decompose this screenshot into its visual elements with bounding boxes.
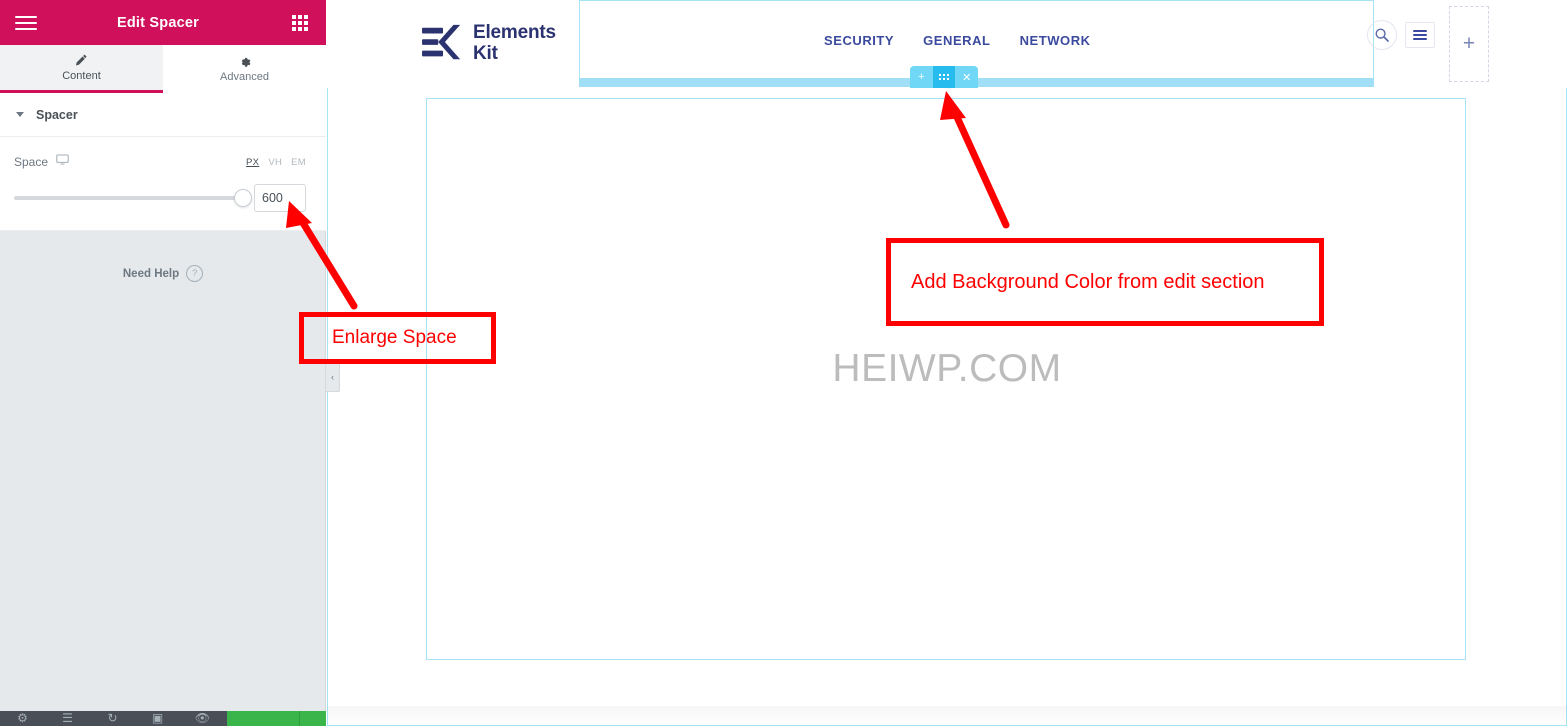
responsive-icon[interactable]: ▣ — [135, 711, 180, 726]
accordion-spacer-header[interactable]: Spacer — [0, 93, 326, 137]
history-icon[interactable]: ↻ — [90, 711, 135, 726]
nav-item-network[interactable]: NETWORK — [1020, 33, 1091, 48]
preview-bottom-shadow — [327, 706, 1567, 726]
elementor-editor-panel: Edit Spacer Content Advanced Spacer Spac… — [0, 0, 326, 726]
main-navigation: SECURITY GENERAL NETWORK — [824, 33, 1091, 48]
annotation-add-background-text: Add Background Color from edit section — [911, 270, 1265, 293]
plus-icon[interactable]: + — [910, 66, 933, 88]
logo-text-line2: Kit — [473, 43, 498, 64]
navigator-icon[interactable]: ☰ — [45, 711, 90, 726]
tab-content-label: Content — [62, 69, 101, 82]
panel-tabs: Content Advanced — [0, 45, 326, 93]
need-help-label: Need Help — [122, 267, 180, 280]
logo-text: Elements Kit — [473, 22, 556, 64]
logo-text-line1: Elements — [473, 22, 556, 43]
site-header: Elements Kit + ✕ SECURITY GENERAL NETWOR… — [327, 0, 1567, 88]
accordion-title: Spacer — [36, 107, 78, 122]
search-icon[interactable] — [1367, 20, 1397, 50]
preview-icon[interactable]: 👁 — [180, 711, 225, 726]
space-slider-handle[interactable] — [234, 189, 252, 207]
tab-content[interactable]: Content — [0, 45, 163, 93]
unit-px[interactable]: PX — [246, 157, 259, 168]
publish-button[interactable] — [227, 711, 299, 726]
hamburger-menu-icon[interactable] — [1405, 22, 1435, 48]
header-actions — [1367, 20, 1435, 50]
unit-em[interactable]: EM — [291, 157, 306, 168]
tab-advanced[interactable]: Advanced — [163, 45, 326, 93]
close-icon[interactable]: ✕ — [955, 66, 979, 88]
control-space-label: Space — [14, 155, 49, 169]
space-slider[interactable] — [14, 189, 252, 207]
section-grid-icon[interactable] — [932, 66, 956, 88]
caret-down-icon — [16, 112, 24, 117]
elementskit-logo-icon — [422, 24, 461, 60]
question-circle-icon: ? — [186, 265, 204, 282]
annotation-add-background: Add Background Color from edit section — [886, 238, 1324, 326]
tab-advanced-label: Advanced — [220, 71, 269, 83]
panel-collapse-handle[interactable]: ‹ — [326, 362, 340, 392]
section-edit-handle: + ✕ — [910, 66, 979, 88]
desktop-icon[interactable] — [56, 153, 69, 171]
annotation-enlarge-space: Enlarge Space — [299, 312, 496, 364]
screen-root: Edit Spacer Content Advanced Spacer Spac… — [0, 0, 1567, 726]
publish-options-button[interactable] — [299, 711, 326, 726]
widgets-grid-icon[interactable] — [274, 0, 326, 45]
annotation-arrow-background — [940, 91, 1010, 229]
panel-header: Edit Spacer — [0, 0, 326, 45]
panel-footer-toolbar: ⚙ ☰ ↻ ▣ 👁 — [0, 711, 326, 726]
gear-icon — [238, 55, 251, 68]
annotation-arrow-space — [286, 201, 358, 310]
watermark: HEIWP.COM — [832, 347, 1062, 390]
annotation-enlarge-space-text: Enlarge Space — [332, 327, 457, 348]
unit-switcher: PX VH EM — [246, 157, 306, 168]
plus-icon[interactable]: + — [1449, 6, 1489, 82]
site-logo[interactable]: Elements Kit — [422, 22, 556, 64]
nav-item-general[interactable]: GENERAL — [923, 33, 990, 48]
nav-item-security[interactable]: SECURITY — [824, 33, 894, 48]
pencil-icon — [75, 54, 88, 67]
page-title: Edit Spacer — [117, 14, 199, 31]
settings-icon[interactable]: ⚙ — [0, 711, 45, 726]
unit-vh[interactable]: VH — [268, 157, 282, 168]
